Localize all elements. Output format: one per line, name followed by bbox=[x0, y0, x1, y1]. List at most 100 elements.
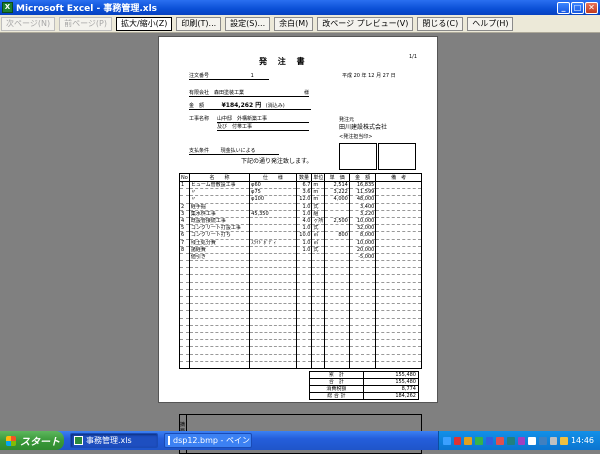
cell-no bbox=[179, 260, 190, 269]
cell-qty: 1.0 bbox=[295, 210, 313, 218]
table-row bbox=[179, 289, 422, 298]
table-row bbox=[179, 267, 422, 276]
order-notice: 下記の通り発注致します。 bbox=[241, 158, 313, 165]
toolbar-button-2[interactable]: 拡大/縮小(Z) bbox=[115, 16, 173, 31]
tray-icon[interactable] bbox=[506, 436, 515, 445]
close-button[interactable]: ✕ bbox=[585, 1, 598, 14]
minimize-button[interactable]: _ bbox=[557, 1, 570, 14]
title-bar: X Microsoft Excel - 事務管理.xls _ □ ✕ bbox=[0, 0, 600, 15]
cell-no: 5 bbox=[179, 224, 190, 233]
cell-qty bbox=[295, 274, 313, 283]
cell-amount bbox=[348, 354, 377, 362]
toolbar-button-3[interactable]: 印刷(T)... bbox=[176, 16, 222, 31]
cell-name: 〃 bbox=[188, 195, 251, 204]
table-row: 3 集水桝工事 45,350 1.0 組 3,220 bbox=[179, 210, 422, 218]
tray-icon[interactable] bbox=[549, 436, 558, 445]
cell-amount: 32,000 bbox=[348, 224, 377, 233]
cell-unit bbox=[311, 354, 326, 362]
tray-icon[interactable] bbox=[453, 436, 462, 445]
cell-spec: φ100 bbox=[249, 195, 297, 204]
cell-unit: m bbox=[311, 188, 326, 197]
toolbar-button-5[interactable]: 余白(M) bbox=[274, 16, 314, 31]
cell-amount bbox=[348, 303, 377, 312]
tray-icon[interactable] bbox=[538, 436, 547, 445]
toolbar-button-7[interactable]: 閉じる(C) bbox=[417, 16, 464, 31]
cell-qty: 12.0 bbox=[295, 195, 313, 204]
cell-no bbox=[179, 354, 190, 362]
cell-note bbox=[375, 303, 422, 312]
cell-price bbox=[324, 210, 350, 218]
clock[interactable]: 14:46 bbox=[571, 436, 594, 445]
stamp-label: <発注担当印> bbox=[339, 134, 373, 140]
print-preview-page[interactable]: 1/1 発 注 書 注文番号 1 平成 20 年 12 月 27 日 有限会社 … bbox=[158, 36, 438, 454]
cell-name bbox=[188, 339, 251, 348]
cell-note bbox=[375, 267, 422, 276]
cell-qty: 10.0 bbox=[295, 231, 313, 240]
cell-amount bbox=[348, 296, 377, 305]
toolbar-button-6[interactable]: 改ページ プレビュー(V) bbox=[317, 16, 414, 31]
cell-amount bbox=[348, 346, 377, 355]
maximize-button[interactable]: □ bbox=[571, 1, 584, 14]
cell-no bbox=[179, 289, 190, 298]
toolbar-button-0[interactable]: 次ページ(N) bbox=[1, 16, 56, 31]
tray-icon[interactable] bbox=[464, 436, 472, 445]
tray-icon[interactable] bbox=[496, 436, 504, 445]
toolbar-button-4[interactable]: 設定(S)... bbox=[225, 16, 271, 31]
cell-qty bbox=[295, 303, 313, 312]
toolbar-button-8[interactable]: ヘルプ(H) bbox=[467, 16, 514, 31]
cell-unit: ㎡ bbox=[311, 239, 326, 247]
tray-icon[interactable] bbox=[528, 436, 536, 445]
print-preview-toolbar: 次ページ(N) 前ページ(P) 拡大/縮小(Z) 印刷(T)... 設定(S)... 余白… bbox=[0, 15, 600, 33]
cell-unit bbox=[311, 332, 326, 341]
column-header: 名 称 bbox=[188, 173, 251, 182]
cell-unit: m bbox=[311, 195, 326, 204]
excel-app-icon[interactable]: X bbox=[2, 2, 13, 13]
taskbar-item-paint[interactable]: dsp12.bmp - ペイント bbox=[164, 433, 252, 448]
cell-unit: ㎡ bbox=[311, 231, 326, 240]
cell-note bbox=[375, 260, 422, 269]
tray-icon[interactable] bbox=[560, 436, 568, 445]
cell-no: 7 bbox=[179, 239, 190, 247]
tray-icon[interactable] bbox=[443, 436, 451, 445]
cell-note bbox=[375, 224, 422, 233]
cell-name bbox=[188, 354, 251, 362]
cell-unit bbox=[311, 267, 326, 276]
cell-unit: 式 bbox=[311, 224, 326, 233]
tray-icon[interactable] bbox=[517, 436, 526, 445]
cell-name: 残土処分費 bbox=[188, 239, 251, 247]
cell-no bbox=[179, 339, 190, 348]
cell-no bbox=[179, 361, 190, 369]
cell-name bbox=[188, 310, 251, 319]
cell-amount: 3,220 bbox=[348, 210, 377, 218]
cell-qty: 1.0 bbox=[295, 246, 313, 254]
cell-name bbox=[188, 260, 251, 269]
order-number-row: 注文番号 1 bbox=[189, 73, 269, 80]
cell-note bbox=[375, 231, 422, 240]
cell-qty bbox=[295, 289, 313, 298]
toolbar-button-1[interactable]: 前ページ(P) bbox=[59, 16, 112, 31]
tray-icon[interactable] bbox=[474, 436, 483, 445]
table-row bbox=[179, 354, 422, 362]
cell-no bbox=[179, 267, 190, 276]
start-button[interactable]: スタート bbox=[0, 431, 64, 450]
cell-name: 集水桝工事 bbox=[188, 210, 251, 218]
cell-no bbox=[179, 188, 190, 197]
totals-value: 155,480 bbox=[362, 378, 420, 386]
table-row bbox=[179, 274, 422, 283]
cell-no: 4 bbox=[179, 217, 190, 226]
page-number: 1/1 bbox=[408, 54, 417, 60]
table-row bbox=[179, 310, 422, 319]
cell-spec bbox=[249, 203, 297, 211]
start-label: スタート bbox=[20, 437, 60, 448]
cell-qty bbox=[295, 354, 313, 362]
column-header: 単 価 bbox=[324, 173, 350, 182]
cell-name bbox=[188, 289, 251, 298]
cell-qty bbox=[295, 310, 313, 319]
cell-note bbox=[375, 282, 422, 290]
cell-price: 4,000 bbox=[324, 195, 350, 204]
cell-no: 8 bbox=[179, 246, 190, 254]
cell-amount bbox=[348, 274, 377, 283]
cell-name: 既設管接続工事 bbox=[188, 217, 251, 226]
tray-icon[interactable] bbox=[485, 436, 494, 445]
taskbar-item-excel[interactable]: 事務管理.xls bbox=[70, 433, 158, 448]
